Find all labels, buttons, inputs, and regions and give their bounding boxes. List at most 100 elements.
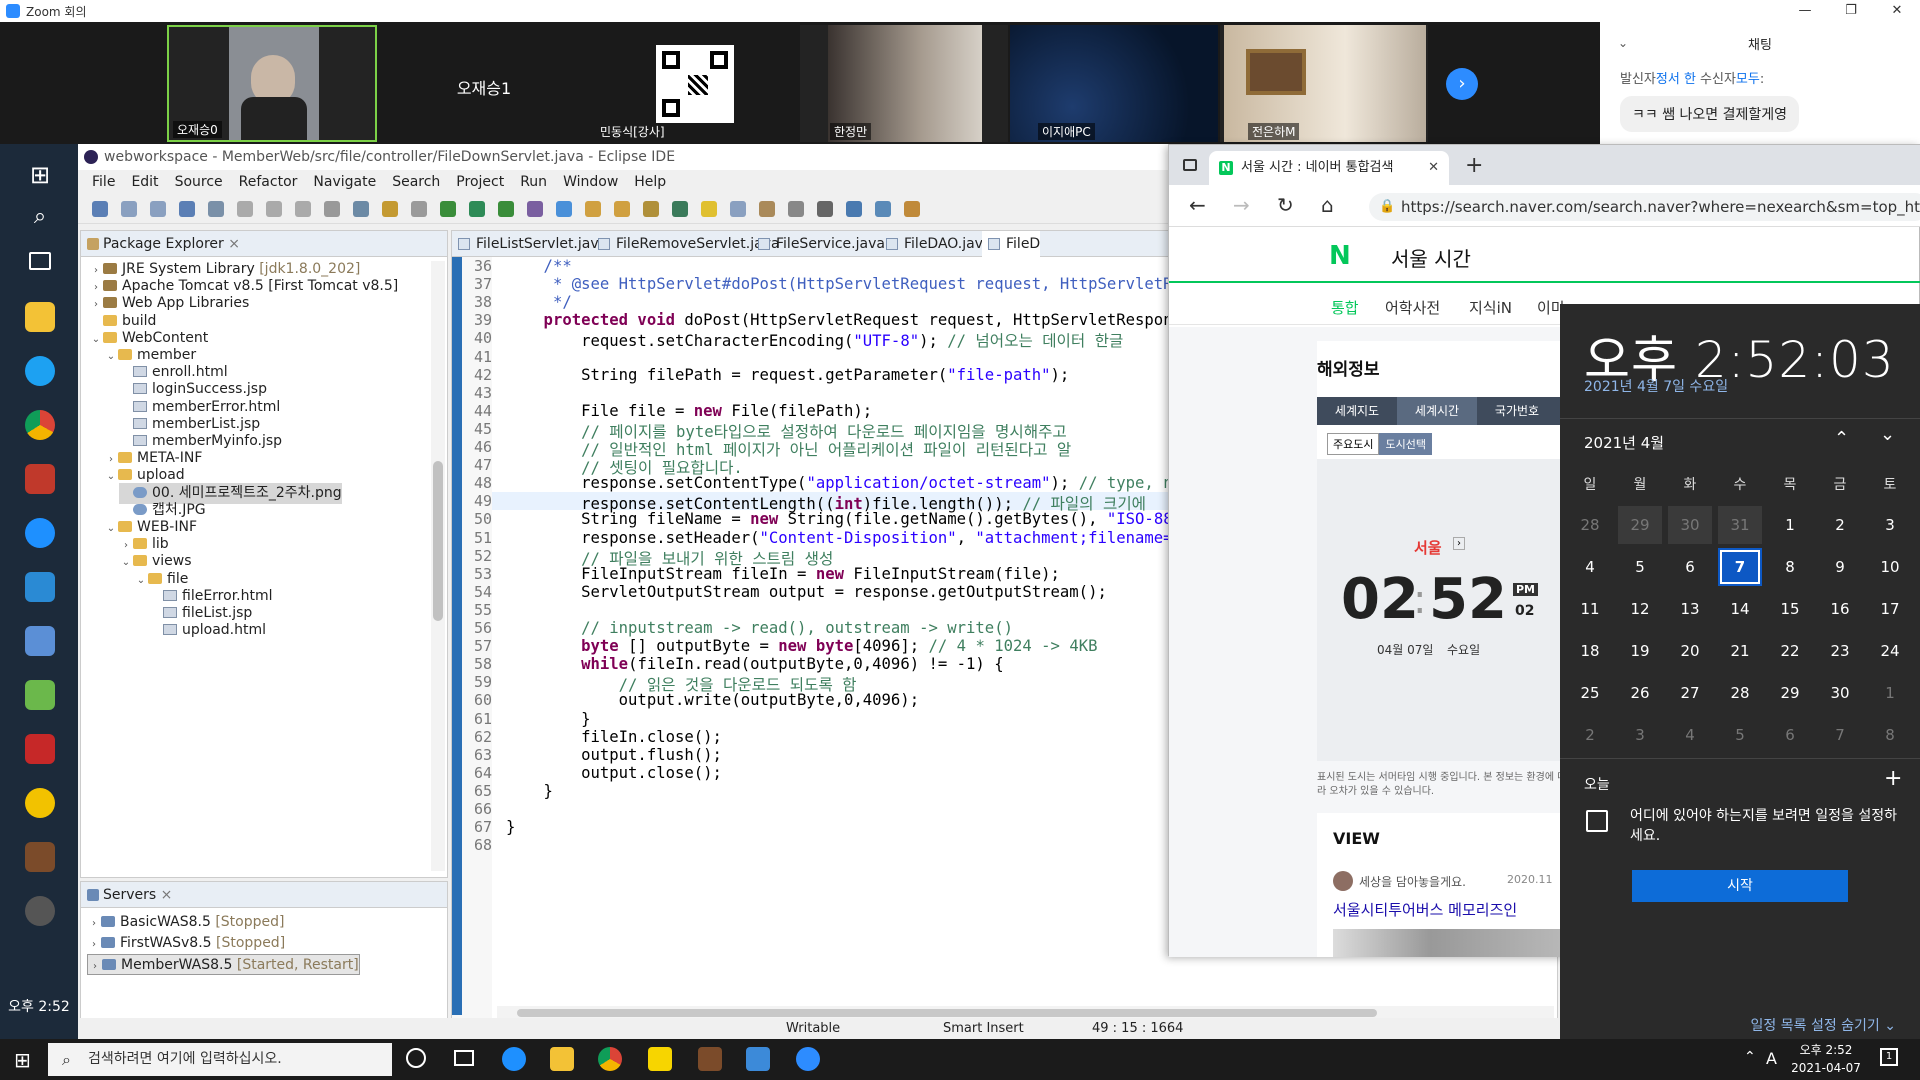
calendar-day[interactable]: 8 [1768, 548, 1812, 586]
calendar-day[interactable]: 1 [1868, 674, 1912, 712]
calendar-day[interactable]: 22 [1768, 632, 1812, 670]
city-chevron-icon[interactable]: › [1453, 537, 1465, 550]
app-red-icon[interactable] [25, 734, 55, 764]
code-line[interactable]: /** [506, 257, 572, 275]
code-line[interactable]: while(fileIn.read(outputByte,0,4096) != … [506, 655, 1004, 673]
run-icon[interactable] [440, 201, 456, 217]
nav-tab-dictionary[interactable]: 어학사전 [1385, 297, 1440, 318]
code-line[interactable]: } [506, 710, 590, 728]
save-all-icon[interactable] [150, 201, 166, 217]
web-icon[interactable] [556, 201, 572, 217]
add-event-icon[interactable]: + [1884, 766, 1902, 791]
save-icon[interactable] [121, 201, 137, 217]
task-view-icon[interactable] [29, 252, 51, 270]
maximize-button[interactable]: ❐ [1828, 0, 1874, 22]
disconnect-icon[interactable] [295, 201, 311, 217]
calendar-day[interactable]: 6 [1668, 548, 1712, 586]
participant-tile[interactable]: 이지애PC [1010, 25, 1218, 142]
chevron-down-icon[interactable]: ⌄ [134, 570, 148, 591]
calendar-day[interactable]: 3 [1618, 716, 1662, 754]
calendar-day[interactable]: 12 [1618, 590, 1662, 628]
back-icon[interactable] [875, 201, 891, 217]
minimize-button[interactable]: — [1782, 0, 1828, 22]
forward-icon[interactable]: → [1233, 193, 1250, 217]
participant-tile[interactable]: 오재승1 [380, 25, 588, 142]
tab-world-map[interactable]: 세계지도 [1317, 397, 1397, 425]
tab-select-city[interactable]: 도시선택 [1379, 433, 1432, 455]
zoom-icon[interactable] [796, 1047, 820, 1071]
editor-tab[interactable]: FileDAO.java [880, 231, 992, 257]
code-line[interactable]: } [506, 818, 515, 836]
menu-item-edit[interactable]: Edit [123, 170, 166, 194]
chevron-down-icon[interactable]: ⌄ [1880, 424, 1895, 445]
ime-indicator[interactable]: A [1766, 1049, 1777, 1068]
remote-desktop-icon[interactable] [25, 626, 55, 656]
close-button[interactable]: ✕ [1874, 0, 1920, 22]
menu-item-source[interactable]: Source [167, 170, 231, 194]
servers-tab[interactable]: Servers ⨯ [81, 882, 447, 908]
tree-scrollbar[interactable] [431, 261, 445, 871]
chevron-right-icon[interactable]: › [88, 956, 102, 977]
code-line[interactable]: ServletOutputStream output = response.ge… [506, 583, 1107, 601]
calendar-day[interactable]: 4 [1568, 548, 1612, 586]
calendar-day[interactable]: 30 [1818, 674, 1862, 712]
calendar-day[interactable]: 11 [1568, 590, 1612, 628]
tree-item[interactable]: upload.html [149, 620, 266, 641]
code-line[interactable]: // inputstream -> read(), outstream -> w… [506, 619, 1013, 637]
folder-open-icon[interactable] [585, 201, 601, 217]
calendar-day[interactable]: 30 [1668, 506, 1712, 544]
calendar-day[interactable]: 6 [1768, 716, 1812, 754]
new-icon[interactable] [92, 201, 108, 217]
coverage-icon[interactable] [469, 201, 485, 217]
calendar-day[interactable]: 23 [1818, 632, 1862, 670]
calendar-day[interactable]: 8 [1868, 716, 1912, 754]
notification-icon[interactable]: 1 [1880, 1048, 1898, 1066]
open-type-icon[interactable] [614, 201, 630, 217]
calendar-day[interactable]: 4 [1668, 716, 1712, 754]
bird-app-icon[interactable] [25, 356, 55, 386]
calendar-day[interactable]: 3 [1868, 506, 1912, 544]
calendar-day[interactable]: 16 [1818, 590, 1862, 628]
author-avatar[interactable] [1333, 871, 1353, 891]
external-tools-icon[interactable] [498, 201, 514, 217]
chrome-icon[interactable] [598, 1047, 622, 1071]
tab-country-code[interactable]: 국가번호 [1477, 397, 1557, 425]
code-line[interactable]: output.write(outputByte,0,4096); [506, 691, 919, 709]
calendar-day[interactable]: 10 [1868, 548, 1912, 586]
terminal-icon[interactable] [179, 201, 195, 217]
chevron-right-icon[interactable]: › [87, 913, 101, 934]
calendar-day[interactable]: 20 [1668, 632, 1712, 670]
code-line[interactable]: request.setCharacterEncoding("UTF-8"); /… [506, 329, 1123, 351]
calendar-day[interactable]: 31 [1718, 506, 1762, 544]
cortana-icon[interactable] [406, 1048, 426, 1068]
calendar-day[interactable]: 5 [1718, 716, 1762, 754]
mark-occurrences-icon[interactable] [701, 201, 717, 217]
chevron-up-icon[interactable]: ⌃ [1744, 1049, 1756, 1065]
calendar-day[interactable]: 18 [1568, 632, 1612, 670]
photos-icon[interactable] [746, 1047, 770, 1071]
tab-actions-icon[interactable] [1183, 159, 1197, 171]
view-link[interactable]: 서울시티투어버스 메모리즈인 [1333, 899, 1517, 920]
calendar-day[interactable]: 19 [1618, 632, 1662, 670]
chevron-down-icon[interactable]: ⌄ [104, 466, 118, 487]
menu-item-search[interactable]: Search [384, 170, 448, 194]
calendar-day[interactable]: 17 [1868, 590, 1912, 628]
menu-item-help[interactable]: Help [626, 170, 674, 194]
calendar-day[interactable]: 29 [1618, 506, 1662, 544]
block-select-icon[interactable] [759, 201, 775, 217]
chrome-icon[interactable] [25, 410, 55, 440]
notepad-icon[interactable] [25, 680, 55, 710]
hide-agenda-link[interactable]: 일정 목록 설정 숨기기 ⌄ [1751, 1015, 1896, 1035]
code-line[interactable]: response.setContentType("application/oct… [506, 474, 1173, 492]
calendar-day[interactable]: 2 [1568, 716, 1612, 754]
calendar-day[interactable]: 2 [1818, 506, 1862, 544]
code-line[interactable]: String filePath = request.getParameter("… [506, 366, 1069, 384]
menu-item-window[interactable]: Window [555, 170, 626, 194]
search-tool-icon[interactable] [643, 201, 659, 217]
server-row[interactable]: › MemberWAS8.5 [Started, Restart] [87, 954, 360, 975]
app-w-icon[interactable] [25, 464, 55, 494]
chevron-up-icon[interactable]: ⌃ [1834, 428, 1849, 449]
code-line[interactable]: response.setHeader("Content-Disposition"… [506, 529, 1172, 547]
nav-tab-kin[interactable]: 지식iN [1469, 297, 1512, 318]
taskbar-clock[interactable]: 오후 2:52 2021-04-07 [1790, 1041, 1862, 1077]
